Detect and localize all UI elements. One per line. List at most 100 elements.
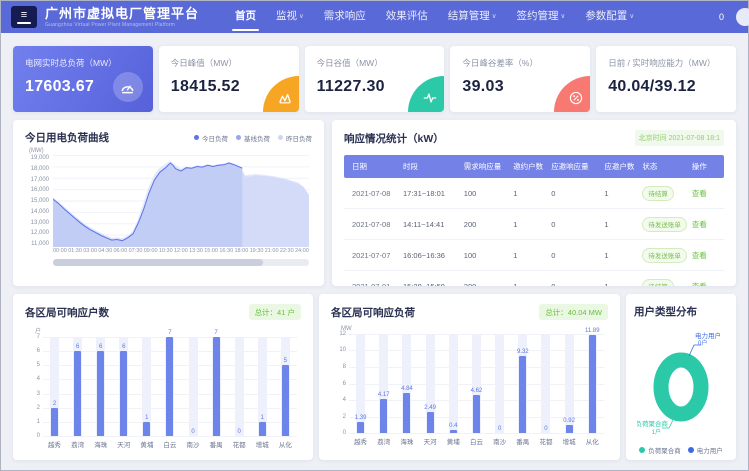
series-area-今日负荷 bbox=[53, 163, 242, 247]
x-tick-label: 白云 bbox=[469, 436, 483, 446]
bar-fill bbox=[403, 393, 410, 433]
legend-item-2[interactable]: 昨日负荷 bbox=[278, 133, 312, 143]
table-column-header: 状态 bbox=[640, 155, 689, 178]
bar-value-label: 11.89 bbox=[577, 328, 607, 334]
status-badge: 待结算 bbox=[642, 279, 674, 287]
user-type-panel: 用户类型分布 电力用户0户负荷聚合商1户 负荷聚合商电力用户 bbox=[626, 294, 736, 460]
y-tick-label: 0 bbox=[333, 430, 346, 436]
x-tick-label: 南沙 bbox=[186, 439, 200, 449]
y-tick-label: 7 bbox=[27, 334, 40, 340]
x-tick-label: 从化 bbox=[585, 436, 599, 446]
bar-白云: 7 bbox=[164, 337, 176, 436]
legend-item-1[interactable]: 基线负荷 bbox=[236, 133, 270, 143]
view-link[interactable]: 查看 bbox=[692, 251, 707, 260]
bar-南沙: 0 bbox=[494, 334, 506, 433]
district-households-title: 各区局可响应户数 bbox=[25, 305, 109, 320]
user-avatar[interactable] bbox=[736, 8, 749, 26]
table-cell: 1 bbox=[511, 240, 549, 271]
kpi-card-3: 今日峰谷差率（%）39.03 bbox=[450, 46, 590, 112]
response-table: 日期时段需求响应量邀约户数应邀响应量应邀户数状态操作 2021-07-0817:… bbox=[344, 155, 724, 286]
table-cell-action: 查看 bbox=[690, 178, 724, 209]
bar-荔湾: 4.17 bbox=[378, 334, 390, 433]
bar-fill bbox=[566, 425, 573, 433]
bar-南沙: 0 bbox=[187, 337, 199, 436]
x-tick-label: 越秀 bbox=[48, 439, 62, 449]
slice-label: 电力用户 bbox=[695, 331, 721, 340]
chart-zoom-slider-handle[interactable] bbox=[53, 259, 263, 266]
table-cell: 17:31~18:01 bbox=[401, 178, 462, 209]
notification-count[interactable]: 0 bbox=[719, 12, 724, 22]
user-type-title: 用户类型分布 bbox=[634, 304, 728, 319]
nav-item-4[interactable]: 结算管理∨ bbox=[438, 1, 507, 33]
bar-黄埔: 0.4 bbox=[447, 334, 459, 433]
chevron-down-icon: ∨ bbox=[561, 13, 566, 20]
legend-dot bbox=[278, 135, 283, 140]
table-cell: 2021-07-01 bbox=[344, 271, 401, 287]
nav-item-3[interactable]: 效果评估 bbox=[376, 1, 438, 33]
bar-花都: 0 bbox=[233, 337, 245, 436]
table-cell-action: 查看 bbox=[690, 271, 724, 287]
kpi-card-1: 今日峰值（MW）18415.52 bbox=[159, 46, 299, 112]
table-column-header: 日期 bbox=[344, 155, 401, 178]
donut-legend-item-0[interactable]: 负荷聚合商 bbox=[639, 445, 681, 455]
nav-item-2[interactable]: 需求响应 bbox=[314, 1, 376, 33]
table-column-header: 应邀户数 bbox=[602, 155, 640, 178]
bar-fill bbox=[380, 399, 387, 433]
y-tick-label: 16,000 bbox=[25, 187, 49, 193]
app-logo-icon: ≡ bbox=[11, 6, 37, 28]
table-cell: 200 bbox=[462, 209, 511, 240]
x-tick-label: 南沙 bbox=[493, 436, 507, 446]
y-tick-label: 6 bbox=[27, 348, 40, 354]
x-tick-label: 16:30 bbox=[219, 248, 233, 254]
view-link[interactable]: 查看 bbox=[692, 282, 707, 287]
x-tick-label: 22:30 bbox=[280, 248, 294, 254]
gauge-icon bbox=[113, 72, 143, 102]
bars-group: 26661707015 bbox=[43, 337, 297, 436]
x-tick-label: 白云 bbox=[163, 439, 177, 449]
load-curve-y-axis: 19,00018,00017,00016,00015,00014,00013,0… bbox=[25, 155, 53, 247]
x-tick-label: 从化 bbox=[278, 439, 292, 449]
y-tick-label: 6 bbox=[333, 381, 346, 387]
table-cell: 2021-07-07 bbox=[344, 240, 401, 271]
view-link[interactable]: 查看 bbox=[692, 189, 707, 198]
kpi-label: 今日峰值（MW） bbox=[171, 57, 287, 69]
table-cell: 0 bbox=[549, 271, 602, 287]
nav-item-0[interactable]: 首页 bbox=[225, 1, 266, 33]
table-cell: 2021-07-08 bbox=[344, 178, 401, 209]
bar-value-label: 7 bbox=[201, 330, 231, 336]
bar-value-label: 9.32 bbox=[508, 349, 538, 355]
x-tick-label: 01:30 bbox=[68, 248, 82, 254]
table-cell: 1 bbox=[511, 178, 549, 209]
view-link[interactable]: 查看 bbox=[692, 220, 707, 229]
y-tick-label: 12,000 bbox=[25, 230, 49, 236]
table-cell: 2021-07-08 bbox=[344, 209, 401, 240]
x-tick-label: 番禺 bbox=[209, 439, 223, 449]
district-load-x-axis: 越秀荔湾海珠天河黄埔白云南沙番禺花都增城从化 bbox=[349, 436, 604, 446]
nav-right: 0 bbox=[719, 8, 738, 26]
bar-value-label: 1 bbox=[132, 415, 162, 421]
table-cell-action: 查看 bbox=[690, 240, 724, 271]
district-households-panel: 各区局可响应户数 总计：41 户 户 7654321026661707015 越… bbox=[13, 294, 313, 460]
bar-越秀: 2 bbox=[49, 337, 61, 436]
table-cell-status: 待结算 bbox=[640, 271, 689, 287]
x-tick-label: 越秀 bbox=[354, 436, 368, 446]
nav-item-1[interactable]: 监视∨ bbox=[266, 1, 314, 33]
load-unit-label: MW bbox=[341, 326, 608, 332]
response-stats-panel: 响应情况统计（kW） 北京时间 2021-07-08 18:1 日期时段需求响应… bbox=[332, 120, 736, 286]
legend-item-0[interactable]: 今日负荷 bbox=[194, 133, 228, 143]
table-cell-action: 查看 bbox=[690, 209, 724, 240]
chart-zoom-slider[interactable] bbox=[53, 259, 309, 266]
donut-legend-item-1[interactable]: 电力用户 bbox=[688, 445, 723, 455]
x-tick-label: 增城 bbox=[562, 436, 576, 446]
y-tick-label: 15,000 bbox=[25, 198, 49, 204]
bar-value-label: 2.49 bbox=[415, 405, 445, 411]
bar-value-label: 0 bbox=[178, 429, 208, 435]
nav-item-5[interactable]: 签约管理∨ bbox=[507, 1, 576, 33]
bar-fill bbox=[51, 408, 58, 436]
district-load-panel: 各区局可响应负荷 总计：40.04 MW MW 1210864201.394.1… bbox=[319, 294, 620, 460]
x-tick-label: 12:00 bbox=[174, 248, 188, 254]
table-column-header: 邀约户数 bbox=[511, 155, 549, 178]
nav-item-6[interactable]: 参数配置∨ bbox=[575, 1, 644, 33]
y-tick-label: 13,000 bbox=[25, 220, 49, 226]
chevron-down-icon: ∨ bbox=[299, 13, 304, 20]
